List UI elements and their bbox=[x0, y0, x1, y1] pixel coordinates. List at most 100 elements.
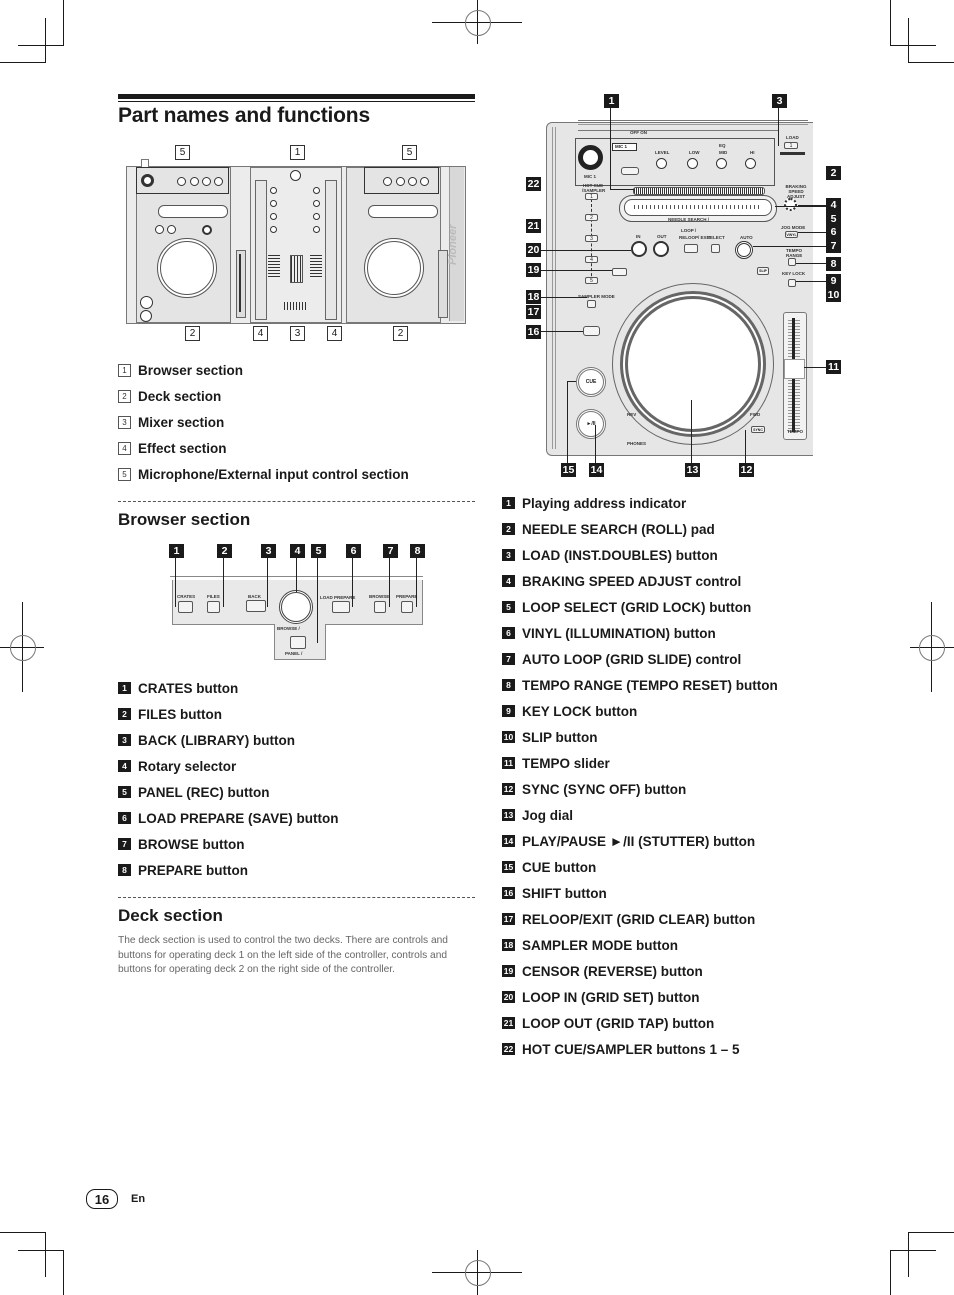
item-label: CUE button bbox=[522, 859, 597, 875]
shift-button[interactable] bbox=[583, 326, 600, 336]
mic1-box: MIC 1 bbox=[612, 143, 637, 151]
hot-cue-4-button[interactable]: 4 bbox=[585, 256, 598, 263]
loop-out-button[interactable] bbox=[653, 241, 669, 257]
cue-button[interactable]: CUE bbox=[576, 367, 606, 397]
item-label: Rotary selector bbox=[138, 758, 237, 774]
deck-section-heading: Deck section bbox=[118, 906, 223, 925]
effect-panel-right bbox=[325, 180, 337, 320]
hot-cue-3-button[interactable]: 3 bbox=[585, 235, 598, 242]
slip-button[interactable]: SLIP bbox=[757, 267, 769, 275]
tempo-range-button[interactable] bbox=[788, 258, 796, 266]
mic-on-off-switch[interactable] bbox=[621, 167, 639, 175]
deck-top-edge bbox=[578, 124, 808, 125]
list-item: 3 BACK (LIBRARY) button bbox=[118, 727, 339, 753]
hot-cue-5-button[interactable]: 5 bbox=[585, 277, 598, 284]
jog-dial[interactable] bbox=[620, 291, 766, 437]
item-label: FILES button bbox=[138, 706, 222, 722]
files-label: FILES bbox=[207, 594, 220, 599]
sync-button[interactable]: SYNC bbox=[751, 426, 765, 433]
loop-in-button[interactable] bbox=[631, 241, 647, 257]
files-button[interactable] bbox=[207, 601, 220, 613]
item-number: 8 bbox=[118, 864, 131, 876]
callout-6: 6 bbox=[826, 225, 841, 239]
low-knob[interactable] bbox=[687, 158, 698, 169]
callout-4: 4 bbox=[290, 544, 305, 558]
list-item: 4 BRAKING SPEED ADJUST control bbox=[502, 568, 778, 594]
channel-fader-1 bbox=[268, 255, 280, 279]
leader-line bbox=[540, 331, 583, 332]
vinyl-button[interactable]: VINYL bbox=[785, 231, 798, 238]
rotary-selector[interactable] bbox=[279, 590, 313, 624]
browse-button[interactable] bbox=[374, 601, 386, 613]
leader-line bbox=[796, 263, 826, 264]
item-number: 4 bbox=[118, 441, 131, 455]
item-label: SLIP button bbox=[522, 729, 598, 745]
leader-line bbox=[610, 108, 611, 189]
leader-line bbox=[389, 558, 390, 607]
callout-11: 11 bbox=[826, 360, 841, 374]
load-prepare-button[interactable] bbox=[332, 601, 350, 613]
prepare-button[interactable] bbox=[401, 601, 413, 613]
hi-knob[interactable] bbox=[745, 158, 756, 169]
level-knob[interactable] bbox=[656, 158, 667, 169]
tempo-slider-handle[interactable] bbox=[784, 359, 805, 379]
list-item: 22 HOT CUE/SAMPLER buttons 1 – 5 bbox=[502, 1036, 778, 1062]
item-label: Microphone/External input control sectio… bbox=[138, 466, 409, 482]
list-item: 16 SHIFT button bbox=[502, 880, 778, 906]
list-item: 21 LOOP OUT (GRID TAP) button bbox=[502, 1010, 778, 1036]
item-number: 5 bbox=[118, 786, 131, 798]
list-item: 13 Jog dial bbox=[502, 802, 778, 828]
leader-line bbox=[798, 232, 826, 233]
hot-cue-2-button[interactable]: 2 bbox=[585, 214, 598, 221]
crates-label: CRATES bbox=[177, 594, 196, 599]
effect-panel-left bbox=[255, 180, 267, 320]
mid-knob[interactable] bbox=[716, 158, 727, 169]
item-label: Mixer section bbox=[138, 414, 225, 430]
leader-line bbox=[567, 381, 568, 463]
item-number: 5 bbox=[502, 601, 515, 613]
item-number: 18 bbox=[502, 939, 515, 951]
shift-label-bar bbox=[780, 152, 805, 155]
load-button[interactable]: 1 bbox=[784, 142, 798, 149]
item-number: 7 bbox=[118, 838, 131, 850]
leader-line bbox=[416, 558, 417, 607]
item-label: HOT CUE/SAMPLER buttons 1 – 5 bbox=[522, 1041, 740, 1057]
key-lock-button[interactable] bbox=[788, 279, 796, 287]
auto-loop-knob[interactable] bbox=[735, 241, 753, 259]
loop-select-button[interactable] bbox=[711, 244, 720, 253]
list-item: 10 SLIP button bbox=[502, 724, 778, 750]
crates-button[interactable] bbox=[178, 601, 193, 613]
back-button[interactable] bbox=[246, 600, 266, 612]
browser-list: 1 CRATES button 2 FILES button 3 BACK (LIBR… bbox=[118, 675, 339, 883]
list-item: 14 PLAY/PAUSE ►/II (STUTTER) button bbox=[502, 828, 778, 854]
browse-rotary-knob bbox=[290, 170, 301, 181]
sampler-mode-button[interactable] bbox=[587, 300, 596, 308]
item-number: 14 bbox=[502, 835, 515, 847]
leader-line bbox=[798, 205, 826, 206]
item-number: 21 bbox=[502, 1017, 515, 1029]
list-item: 6 LOAD PREPARE (SAVE) button bbox=[118, 805, 339, 831]
auto-loop-knob bbox=[202, 225, 212, 235]
leader-line bbox=[775, 206, 826, 207]
list-item: 2 Deck section bbox=[118, 383, 409, 409]
off-on-label: OFF ON bbox=[630, 130, 647, 135]
censor-button[interactable] bbox=[612, 268, 627, 276]
braking-speed-knob[interactable] bbox=[784, 198, 797, 211]
callout-4: 4 bbox=[327, 326, 342, 341]
reloop-exit-button[interactable] bbox=[684, 244, 698, 253]
callout-16: 16 bbox=[526, 325, 541, 339]
callout-22: 22 bbox=[526, 177, 541, 191]
item-label: Effect section bbox=[138, 440, 227, 456]
leader-line bbox=[610, 189, 634, 190]
list-item: 1 Playing address indicator bbox=[502, 490, 778, 516]
list-item: 5 PANEL (REC) button bbox=[118, 779, 339, 805]
knob bbox=[270, 213, 277, 220]
knob bbox=[313, 200, 320, 207]
panel-button[interactable] bbox=[290, 636, 306, 649]
list-item: 8 PREPARE button bbox=[118, 857, 339, 883]
callout-3: 3 bbox=[261, 544, 276, 558]
hot-cue-1-button[interactable]: 1 bbox=[585, 193, 598, 200]
play-pause-button[interactable]: ►/II bbox=[576, 409, 606, 439]
callout-2: 2 bbox=[393, 326, 408, 341]
reloop-label: RELOOP/ EXIT bbox=[679, 235, 711, 240]
